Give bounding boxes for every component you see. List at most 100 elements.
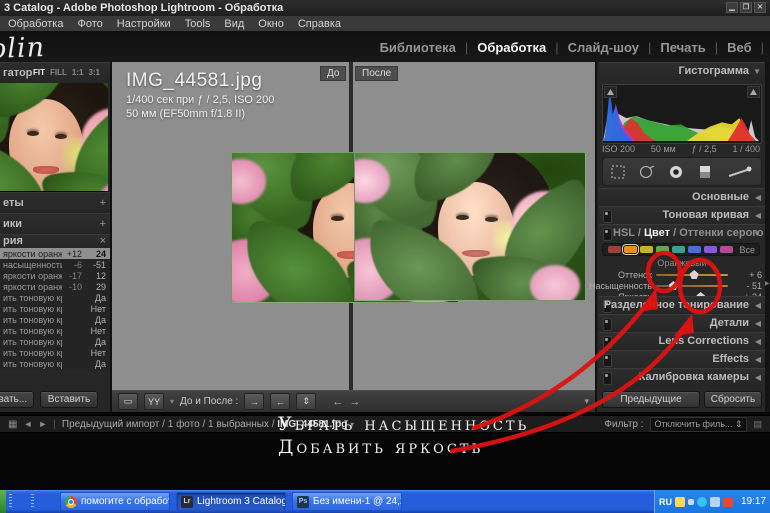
- right-panel-collapse-strip[interactable]: ▶: [765, 62, 770, 412]
- copy-before-to-after-button[interactable]: →: [244, 393, 265, 410]
- module-tab[interactable]: Слайд-шоу: [568, 40, 639, 55]
- menu-item[interactable]: Tools: [185, 18, 211, 30]
- reset-button[interactable]: Сбросить: [704, 391, 762, 408]
- zoom-option[interactable]: FIT: [33, 63, 45, 83]
- panel-section-header[interactable]: Effects ◀: [599, 350, 765, 368]
- module-tab[interactable]: Библиотека: [380, 40, 456, 55]
- close-icon[interactable]: ×: [100, 235, 106, 248]
- hsl-section-header[interactable]: HSL / Цвет / Оттенки серого ▼: [599, 224, 765, 242]
- paste-button[interactable]: Вставить: [40, 391, 98, 408]
- module-tab[interactable]: Печать: [660, 40, 705, 55]
- task-button[interactable]: Ps Без имени-1 @ 24,2...: [292, 492, 402, 511]
- prev-photo-icon[interactable]: ←: [332, 396, 343, 408]
- history-header[interactable]: рия ×: [0, 234, 110, 248]
- panel-section-header[interactable]: Lens Corrections ◀: [599, 332, 765, 350]
- tray-icon[interactable]: [688, 498, 694, 505]
- menu-item[interactable]: Фото: [77, 18, 102, 30]
- color-swatch[interactable]: [672, 246, 685, 253]
- next-photo-icon[interactable]: →: [349, 396, 360, 408]
- section-toggle-switch[interactable]: [603, 210, 612, 223]
- network-tray-icon[interactable]: [710, 496, 720, 507]
- keyboard-tray-icon[interactable]: [675, 496, 685, 507]
- next-arrow-icon[interactable]: ►: [38, 419, 47, 429]
- history-row[interactable]: яркости оранжевого +12 24: [0, 248, 110, 259]
- panel-section-header[interactable]: Калибровка камеры ◀: [599, 368, 765, 386]
- alert-tray-icon[interactable]: [723, 496, 733, 507]
- task-button[interactable]: Lr Lightroom 3 Catalog -...: [176, 492, 286, 511]
- color-swatch[interactable]: [688, 246, 701, 253]
- color-swatch[interactable]: [704, 246, 717, 253]
- zoom-option[interactable]: FILL: [50, 63, 67, 83]
- adjustment-brush-tool-icon[interactable]: [725, 163, 755, 181]
- history-row[interactable]: ить тоновую кривую Да: [0, 336, 110, 347]
- prev-arrow-icon[interactable]: ◄: [23, 419, 32, 429]
- history-row[interactable]: ить тоновую кривую Нет: [0, 325, 110, 336]
- navigator-header[interactable]: гатор FIT FILL 1:1 3:1: [0, 62, 110, 83]
- presets-header[interactable]: еты +: [0, 192, 110, 213]
- section-toggle-switch[interactable]: [603, 354, 612, 367]
- section-toggle-switch[interactable]: [603, 372, 612, 385]
- restore-button[interactable]: ❐: [740, 2, 752, 13]
- histogram-header[interactable]: Гистограмма ▼: [599, 62, 765, 80]
- color-swatch[interactable]: [640, 246, 653, 253]
- copy-button[interactable]: овать...: [0, 391, 34, 408]
- history-row[interactable]: ить тоновую кривую Да: [0, 314, 110, 325]
- highlight-clipping-icon[interactable]: [747, 86, 760, 98]
- menu-item[interactable]: Справка: [298, 18, 341, 30]
- before-after-view-button[interactable]: YY: [144, 393, 164, 410]
- color-swatch[interactable]: [622, 244, 639, 255]
- tab-hsl[interactable]: HSL: [613, 227, 635, 239]
- spot-removal-tool-icon[interactable]: [638, 163, 656, 181]
- slider-thumb[interactable]: [689, 270, 699, 279]
- zoom-option[interactable]: 1:1: [72, 63, 84, 83]
- menu-item[interactable]: Вид: [224, 18, 244, 30]
- all-colors-label[interactable]: Все: [739, 245, 755, 255]
- after-photo[interactable]: [354, 152, 586, 301]
- history-row[interactable]: ить тоновую кривую Нет: [0, 303, 110, 314]
- minimize-button[interactable]: ▁: [726, 2, 738, 13]
- crop-tool-icon[interactable]: [609, 163, 627, 181]
- red-eye-tool-icon[interactable]: [667, 163, 685, 181]
- history-row[interactable]: ить тоновую кривую Нет: [0, 347, 110, 358]
- filter-dropdown[interactable]: Отключить филь... ⇕: [649, 416, 748, 432]
- graduated-filter-tool-icon[interactable]: [696, 163, 714, 181]
- menu-item[interactable]: Настройки: [117, 18, 171, 30]
- previous-button[interactable]: Предыдущие: [602, 391, 700, 408]
- history-row[interactable]: ить тоновую кривую Да: [0, 292, 110, 303]
- color-swatch[interactable]: [720, 246, 733, 253]
- quicklaunch-grip[interactable]: [31, 494, 34, 509]
- plus-icon[interactable]: +: [100, 193, 106, 213]
- histogram[interactable]: [602, 84, 762, 144]
- section-toggle-switch[interactable]: [603, 228, 612, 241]
- history-row[interactable]: ить тоновую кривую Да: [0, 358, 110, 369]
- grid-view-icon[interactable]: ▦: [8, 419, 17, 430]
- zoom-option[interactable]: 3:1: [88, 63, 100, 83]
- panel-section-header[interactable]: Разделенное тонирование ◀: [599, 296, 765, 314]
- task-button[interactable]: помогите с обработ...: [60, 492, 170, 511]
- menu-item[interactable]: Обработка: [8, 18, 63, 30]
- slider-thumb[interactable]: [668, 281, 678, 290]
- menu-item[interactable]: Окно: [258, 18, 284, 30]
- snapshots-header[interactable]: ики +: [0, 213, 110, 234]
- start-button[interactable]: [0, 490, 6, 513]
- color-swatch[interactable]: [656, 246, 669, 253]
- messenger-tray-icon[interactable]: [697, 496, 707, 507]
- panel-section-header[interactable]: Детали ◀: [599, 314, 765, 332]
- history-row[interactable]: насыщенности ора... -6 -51: [0, 259, 110, 270]
- section-toggle-switch[interactable]: [603, 336, 612, 349]
- tone-curve-section-header[interactable]: Тоновая кривая ◀: [599, 206, 765, 224]
- module-tab[interactable]: Веб: [727, 40, 751, 55]
- filter-lock-icon[interactable]: ▤: [753, 419, 762, 430]
- quicklaunch-grip[interactable]: [9, 494, 12, 509]
- loupe-view-icon[interactable]: ▭: [118, 393, 138, 410]
- close-button[interactable]: ✕: [754, 2, 766, 13]
- history-row[interactable]: яркости оранжевого -10 29: [0, 281, 110, 292]
- language-indicator[interactable]: RU: [659, 497, 672, 507]
- color-swatch[interactable]: [608, 246, 621, 253]
- slider-value[interactable]: + 6: [749, 270, 762, 280]
- shadow-clipping-icon[interactable]: [604, 86, 617, 98]
- toolbar-options-icon[interactable]: ▾: [584, 396, 589, 407]
- section-toggle-switch[interactable]: [603, 318, 612, 331]
- title-bar[interactable]: 3 Catalog - Adobe Photoshop Lightroom - …: [0, 0, 770, 16]
- navigator-preview[interactable]: [0, 83, 108, 192]
